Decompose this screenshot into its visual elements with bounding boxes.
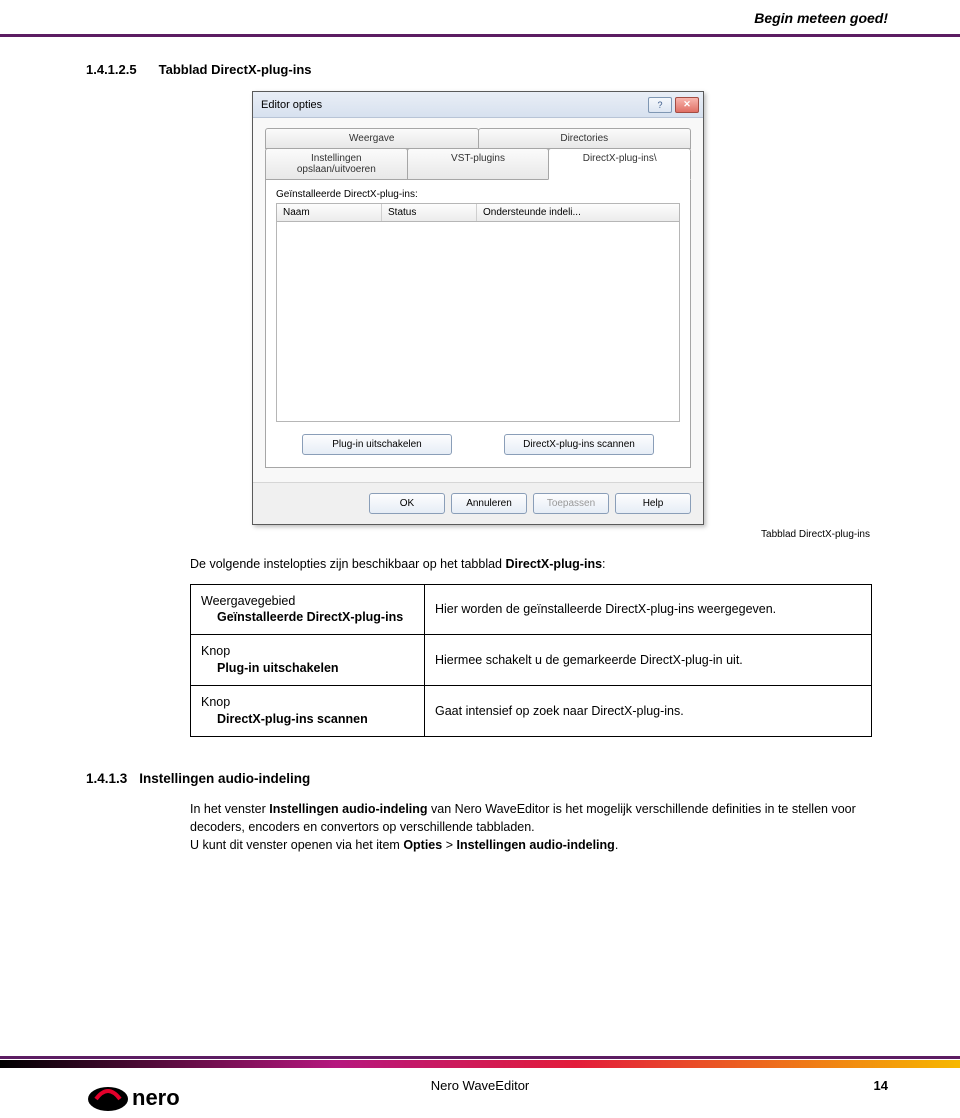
intro-paragraph: De volgende instelopties zijn beschikbaa…	[190, 556, 874, 574]
section2-title: Instellingen audio-indeling	[139, 771, 310, 786]
disable-plugin-button[interactable]: Plug-in uitschakelen	[302, 434, 452, 455]
tab-weergave[interactable]: Weergave	[265, 128, 479, 149]
footer-gradient	[0, 1060, 960, 1068]
intro-prefix: De volgende instelopties zijn beschikbaa…	[190, 557, 506, 571]
apply-button[interactable]: Toepassen	[533, 493, 609, 514]
s2-p2-b1: Opties	[403, 838, 442, 852]
row2-label: Knop	[201, 644, 230, 658]
footer-page-number: 14	[874, 1078, 888, 1093]
dialog-titlebar: Editor opties ? ✕	[253, 92, 703, 118]
row2-right: Hiermee schakelt u de gemarkeerde Direct…	[425, 635, 872, 686]
page-header-right: Begin meteen goed!	[754, 10, 888, 26]
list-header: Naam Status Ondersteunde indeli...	[276, 203, 680, 222]
row2-left: Knop Plug-in uitschakelen	[191, 635, 425, 686]
section2-body: In het venster Instellingen audio-indeli…	[190, 800, 874, 854]
section-number: 1.4.1.2.5	[86, 62, 137, 77]
tab-directx[interactable]: DirectX-plug-ins\	[548, 148, 691, 180]
col-naam[interactable]: Naam	[277, 204, 382, 221]
intro-bold: DirectX-plug-ins	[506, 557, 603, 571]
table-row: Knop DirectX-plug-ins scannen Gaat inten…	[191, 686, 872, 737]
dialog-footer-buttons: OK Annuleren Toepassen Help	[253, 482, 703, 524]
row3-bold: DirectX-plug-ins scannen	[217, 711, 414, 728]
tab-vst[interactable]: VST-plugins	[407, 148, 550, 180]
dialog-title: Editor opties	[261, 99, 322, 111]
page-content: 1.4.1.2.5 Tabblad DirectX-plug-ins Edito…	[86, 62, 874, 854]
tab-panel-directx: Geïnstalleerde DirectX-plug-ins: Naam St…	[265, 179, 691, 468]
header-rule	[0, 34, 960, 37]
ok-button[interactable]: OK	[369, 493, 445, 514]
col-status[interactable]: Status	[382, 204, 477, 221]
definitions-table: Weergavegebied Geïnstalleerde DirectX-pl…	[190, 584, 872, 737]
tab-row-2: Instellingen opslaan/uitvoeren VST-plugi…	[265, 148, 691, 180]
table-row: Weergavegebied Geïnstalleerde DirectX-pl…	[191, 584, 872, 635]
row1-left: Weergavegebied Geïnstalleerde DirectX-pl…	[191, 584, 425, 635]
row2-bold: Plug-in uitschakelen	[217, 660, 414, 677]
panel-buttons: Plug-in uitschakelen DirectX-plug-ins sc…	[276, 434, 680, 455]
s2-p2-b2: Instellingen audio-indeling	[456, 838, 614, 852]
section2-number: 1.4.1.3	[86, 771, 127, 786]
window-controls: ? ✕	[648, 97, 699, 113]
tab-opslaan[interactable]: Instellingen opslaan/uitvoeren	[265, 148, 408, 180]
row1-bold: Geïnstalleerde DirectX-plug-ins	[217, 609, 414, 626]
s2-p2-mid: >	[442, 838, 456, 852]
s2-p1-bold: Instellingen audio-indeling	[269, 802, 427, 816]
figure-caption: Tabblad DirectX-plug-ins	[86, 529, 870, 540]
table-row: Knop Plug-in uitschakelen Hiermee schake…	[191, 635, 872, 686]
tab-row-1: Weergave Directories	[265, 128, 691, 149]
row3-left: Knop DirectX-plug-ins scannen	[191, 686, 425, 737]
panel-label: Geïnstalleerde DirectX-plug-ins:	[276, 189, 680, 200]
help-button[interactable]: Help	[615, 493, 691, 514]
footer-rule	[0, 1056, 960, 1059]
close-icon[interactable]: ✕	[675, 97, 699, 113]
intro-suffix: :	[602, 557, 605, 571]
section-heading: 1.4.1.2.5 Tabblad DirectX-plug-ins	[86, 62, 874, 77]
s2-p1-a: In het venster	[190, 802, 269, 816]
dialog-body: Weergave Directories Instellingen opslaa…	[253, 118, 703, 482]
col-ondersteunde[interactable]: Ondersteunde indeli...	[477, 204, 679, 221]
plugin-list[interactable]	[276, 222, 680, 422]
section-title: Tabblad DirectX-plug-ins	[159, 62, 312, 77]
row3-right: Gaat intensief op zoek naar DirectX-plug…	[425, 686, 872, 737]
help-icon[interactable]: ?	[648, 97, 672, 113]
editor-options-dialog: Editor opties ? ✕ Weergave Directories I…	[252, 91, 704, 525]
row1-label: Weergavegebied	[201, 594, 295, 608]
cancel-button[interactable]: Annuleren	[451, 493, 527, 514]
tab-directories[interactable]: Directories	[478, 128, 692, 149]
footer-center-text: Nero WaveEditor	[0, 1078, 960, 1093]
scan-plugins-button[interactable]: DirectX-plug-ins scannen	[504, 434, 654, 455]
section2-heading: 1.4.1.3 Instellingen audio-indeling	[86, 771, 874, 786]
section-2: 1.4.1.3 Instellingen audio-indeling In h…	[86, 771, 874, 854]
s2-p2-a: U kunt dit venster openen via het item	[190, 838, 403, 852]
row3-label: Knop	[201, 695, 230, 709]
s2-p2-end: .	[615, 838, 618, 852]
row1-right: Hier worden de geïnstalleerde DirectX-pl…	[425, 584, 872, 635]
